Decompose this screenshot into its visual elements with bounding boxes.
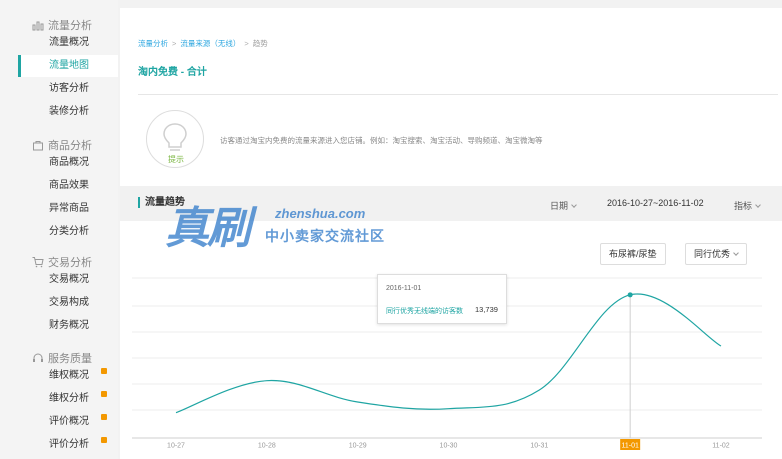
tooltip-date: 2016-11-01 bbox=[386, 285, 422, 292]
x-tick-label: 11-02 bbox=[712, 443, 729, 450]
x-tick-label: 10-28 bbox=[258, 443, 276, 450]
tooltip-label: 同行优秀无线端的访客数 bbox=[386, 308, 463, 315]
x-tick-label: 10-29 bbox=[349, 443, 367, 450]
data-point bbox=[627, 292, 633, 298]
x-tick-label: 10-30 bbox=[440, 443, 458, 450]
chart-tooltip: 2016-11-01 同行优秀无线端的访客数 13,739 bbox=[377, 274, 507, 324]
x-tick-label: 10-27 bbox=[167, 443, 185, 450]
x-tick-label: 10-31 bbox=[530, 443, 548, 450]
tooltip-value: 13,739 bbox=[475, 305, 498, 314]
watermark-logo: 真刷 zhenshua.com 中小卖家交流社区 bbox=[165, 192, 455, 262]
watermark-big: 真刷 bbox=[165, 203, 251, 254]
x-tick-label: 11-01 bbox=[621, 443, 638, 450]
watermark-caption: 中小卖家交流社区 bbox=[265, 228, 385, 244]
watermark-domain: zhenshua.com bbox=[275, 206, 366, 221]
